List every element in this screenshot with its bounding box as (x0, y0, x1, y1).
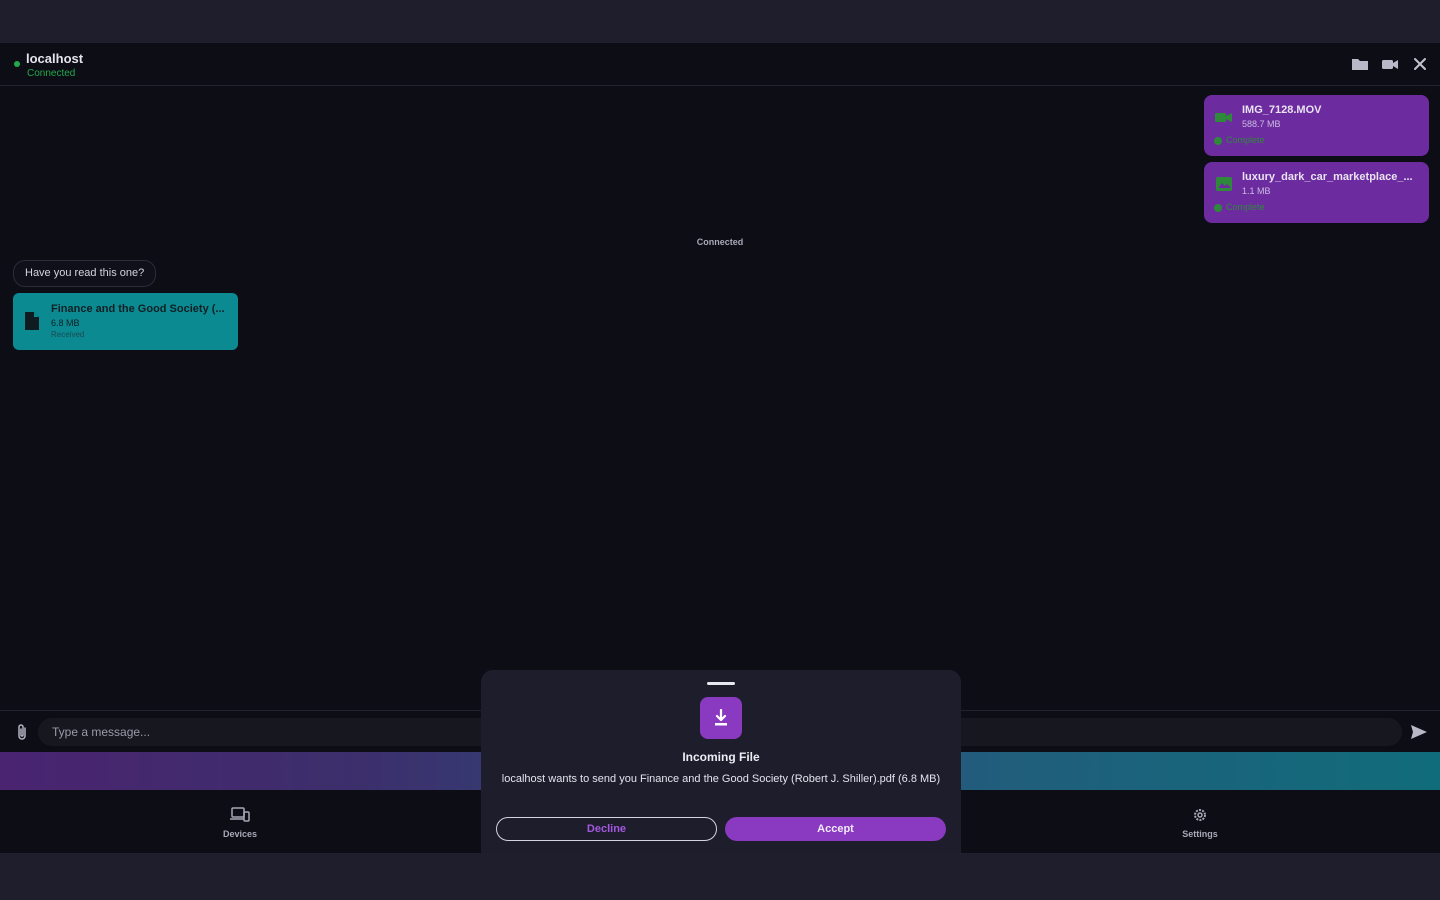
gear-icon (1194, 809, 1206, 821)
file-status: Complete (1226, 135, 1265, 145)
accept-button[interactable]: Accept (725, 817, 946, 841)
file-size: 1.1 MB (1242, 186, 1271, 196)
sent-file-bubble[interactable]: luxury_dark_car_marketplace_... 1.1 MB C… (1204, 162, 1429, 223)
folder-icon[interactable] (1351, 55, 1369, 73)
file-name: IMG_7128.MOV (1242, 104, 1322, 116)
nav-item-settings[interactable]: Settings (1160, 806, 1240, 839)
chat-header: localhost Connected (0, 43, 1440, 86)
nav-label: Devices (222, 829, 258, 839)
peer-status: Connected (27, 68, 76, 79)
chat-app: localhost Connected IMG_7128.MOV 588.7 M… (0, 43, 1440, 853)
file-status: Complete (1226, 202, 1265, 212)
window-bottom-bar (0, 853, 1440, 900)
peer-name: localhost (26, 51, 84, 66)
drag-handle[interactable] (707, 682, 735, 685)
check-icon (1214, 204, 1222, 212)
file-status: Received (51, 330, 85, 339)
decline-button[interactable]: Decline (496, 817, 717, 841)
connection-notice: Connected (696, 237, 744, 247)
incoming-file-dialog: Incoming File localhost wants to send yo… (481, 670, 961, 853)
file-size: 6.8 MB (51, 318, 80, 328)
video-icon (1215, 113, 1232, 122)
video-camera-icon[interactable] (1381, 55, 1399, 73)
download-icon (700, 697, 742, 739)
sent-file-bubble[interactable]: IMG_7128.MOV 588.7 MB Complete (1204, 95, 1429, 156)
file-name: luxury_dark_car_marketplace_... (1242, 171, 1413, 183)
online-status-dot (14, 61, 20, 67)
received-file-bubble[interactable]: Finance and the Good Society (... 6.8 MB… (13, 293, 238, 350)
nav-label: Settings (1182, 829, 1218, 839)
dialog-message: localhost wants to send you Finance and … (501, 773, 941, 785)
paperclip-icon[interactable] (14, 723, 30, 741)
file-size: 588.7 MB (1242, 119, 1281, 129)
image-icon (1216, 177, 1232, 191)
dialog-title: Incoming File (682, 750, 760, 764)
send-icon[interactable] (1410, 723, 1428, 741)
file-name: Finance and the Good Society (... (51, 303, 225, 315)
window-top-bar (0, 0, 1440, 43)
nav-item-devices[interactable]: Devices (200, 806, 280, 839)
received-text-message: Have you read this one? (13, 260, 157, 287)
check-icon (1214, 137, 1222, 145)
close-icon[interactable] (1411, 55, 1429, 73)
document-icon (25, 312, 39, 330)
devices-icon (230, 807, 250, 822)
